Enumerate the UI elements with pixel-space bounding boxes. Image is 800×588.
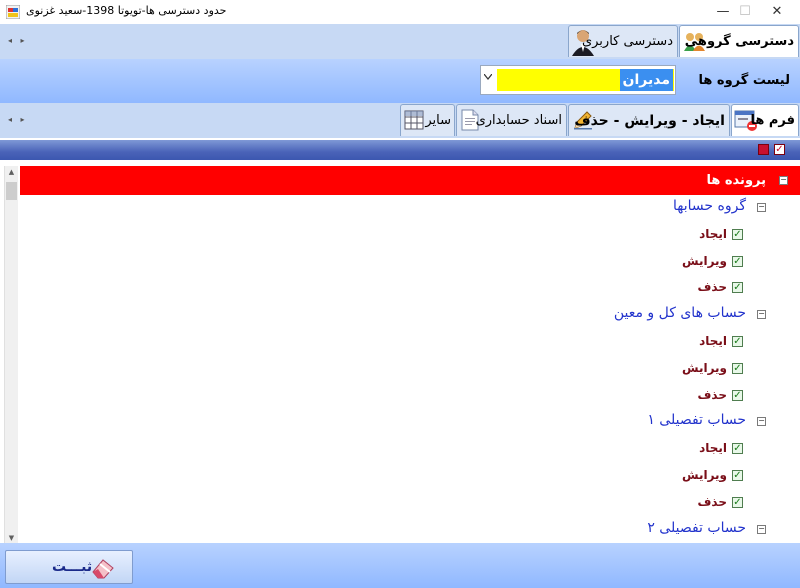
top-tab-strip: ◂ ▸ دسترسی گروهی دسترسی کاربری [0, 24, 800, 60]
subtab-scroll-arrows[interactable]: ◂ ▸ [8, 115, 28, 124]
checkbox-checked-icon[interactable]: ✓ [732, 496, 743, 508]
vertical-scrollbar[interactable]: ▲ ▼ [4, 166, 18, 544]
tab-other-label: سایر [425, 113, 451, 128]
combo-selected-value: مدیران [619, 69, 673, 91]
uncheck-all-icon[interactable] [758, 144, 769, 155]
checkbox-checked-icon[interactable]: ✓ [732, 255, 743, 267]
tree-root-label: پرونده ها [706, 173, 766, 188]
tree-permission-row[interactable]: ✓ حذف [20, 382, 800, 408]
tab-group-access-label: دسترسی گروهی [684, 34, 794, 49]
tree-permission-label: ویرایش [681, 360, 727, 375]
tree-group-row[interactable]: − حساب های کل و معین [20, 301, 800, 327]
tab-user-access[interactable]: دسترسی کاربری [568, 25, 678, 57]
tree-permission-label: ویرایش [681, 468, 727, 482]
tree-permission-label: ویرایش [681, 253, 727, 268]
tree-permission-row[interactable]: ✓ ویرایش [20, 355, 800, 381]
tree-permission-label: ایجاد [699, 226, 727, 241]
title-bar: حدود دسترسی ها-تویوتا 1398-سعید غزنوی — … [0, 0, 800, 25]
window-title: حدود دسترسی ها-تویوتا 1398-سعید غزنوی [26, 4, 227, 17]
tab-accounting-docs-label: اسناد حسابداری [475, 113, 562, 128]
checkbox-checked-icon[interactable]: ✓ [732, 389, 743, 401]
tab-accounting-docs[interactable]: اسناد حسابداری [456, 104, 567, 136]
save-button-label: ثبـــت [52, 559, 93, 575]
collapse-icon[interactable]: − [757, 203, 766, 212]
tree-toolbar-strip [0, 140, 800, 160]
chevron-down-icon[interactable] [483, 73, 493, 83]
app-icon [5, 4, 21, 20]
scrollbar-thumb[interactable] [6, 182, 17, 200]
tree-permission-label: حذف [697, 494, 727, 509]
tree-group-label: گروه حسابها [673, 198, 746, 214]
tree-group-label: حساب تفصیلی ۲ [647, 519, 746, 536]
checkbox-checked-icon[interactable]: ✓ [732, 470, 743, 481]
tree-group-label: حساب تفصیلی ۱ [647, 412, 746, 429]
checkbox-checked-icon[interactable]: ✓ [732, 282, 743, 294]
tree-group-row[interactable]: − گروه حسابها [20, 194, 800, 220]
tab-other[interactable]: سایر [400, 104, 455, 136]
tree-group-label: حساب های کل و معین [613, 305, 746, 322]
checkbox-checked-icon[interactable]: ✓ [732, 362, 743, 374]
tree-permission-label: ایجاد [699, 441, 727, 456]
tree-permission-label: ایجاد [699, 334, 727, 348]
tab-scroll-arrows[interactable]: ◂ ▸ [8, 36, 28, 45]
tab-group-access[interactable]: دسترسی گروهی [679, 25, 799, 57]
grid-icon [404, 110, 424, 133]
tree-permission-row[interactable]: ✓ حذف [20, 489, 800, 515]
group-selector-bar: مدیران لیست گروه ها [0, 59, 800, 104]
tree-permission-row[interactable]: ✓ ویرایش [20, 462, 800, 488]
close-button[interactable]: ✕ [754, 0, 800, 24]
collapse-icon[interactable]: − [757, 524, 766, 534]
tree-group-row[interactable]: − حساب تفصیلی ۱ [20, 408, 800, 434]
tab-create-edit-delete[interactable]: ایجاد - ویرایش - حذف [568, 104, 730, 136]
tab-user-access-label: دسترسی کاربری [581, 34, 673, 49]
group-combobox[interactable]: مدیران [480, 65, 676, 95]
collapse-icon[interactable]: − [757, 310, 766, 320]
tab-create-edit-delete-label: ایجاد - ویرایش - حذف [574, 113, 725, 129]
scroll-up-icon[interactable]: ▲ [5, 168, 18, 176]
collapse-icon[interactable]: − [779, 176, 788, 185]
eraser-icon [90, 555, 116, 584]
tree-permission-label: حذف [697, 280, 727, 295]
collapse-icon[interactable]: − [757, 417, 766, 427]
sub-tab-strip: ◂ ▸ فرم ها ایجاد - ویرایش - حذف اسناد حس… [0, 103, 800, 139]
checkbox-checked-icon[interactable]: ✓ [732, 336, 743, 347]
save-button[interactable]: ثبـــت [5, 550, 133, 584]
group-list-label: لیست گروه ها [698, 73, 790, 88]
tree-group-row[interactable]: − حساب تفصیلی ۲ [20, 516, 800, 542]
tree-toolbar: ✓ [0, 138, 800, 162]
check-all-icon[interactable]: ✓ [774, 144, 785, 155]
tab-forms[interactable]: فرم ها [731, 104, 799, 136]
checkbox-checked-icon[interactable]: ✓ [732, 443, 743, 455]
tree-permission-row[interactable]: ✓ ایجاد [20, 221, 800, 247]
tab-forms-label: فرم ها [750, 113, 795, 128]
bottom-bar: ثبـــت [0, 543, 800, 588]
tree-permission-row[interactable]: ✓ ویرایش [20, 248, 800, 274]
scroll-down-icon[interactable]: ▼ [5, 534, 18, 542]
checkbox-checked-icon[interactable]: ✓ [732, 228, 743, 240]
tree-permission-row[interactable]: ✓ حذف [20, 274, 800, 300]
tree-permission-row[interactable]: ✓ ایجاد [20, 435, 800, 461]
tree-root-row[interactable]: پرونده ها − [20, 166, 800, 195]
tree-permission-label: حذف [697, 387, 727, 402]
tree-permission-row[interactable]: ✓ ایجاد [20, 328, 800, 354]
